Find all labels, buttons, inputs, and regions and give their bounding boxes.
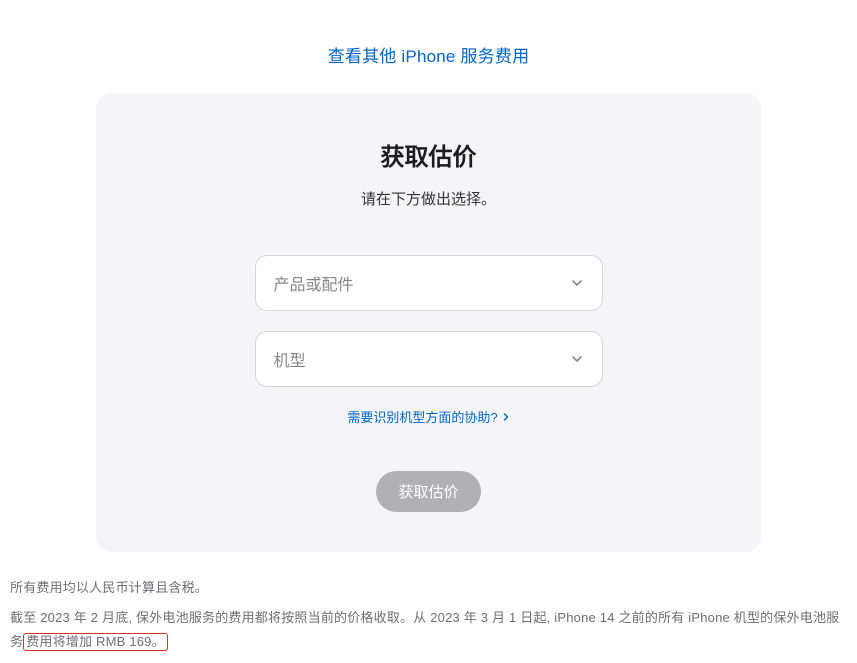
chevron-right-icon xyxy=(502,409,510,424)
chevron-down-icon xyxy=(570,352,584,366)
footnote-currency: 所有费用均以人民币计算且含税。 xyxy=(10,576,847,600)
footnote-highlight: 费用将增加 RMB 169。 xyxy=(23,633,168,651)
product-select-placeholder: 产品或配件 xyxy=(274,271,354,295)
footnotes: 所有费用均以人民币计算且含税。 截至 2023 年 2 月底, 保外电池服务的费… xyxy=(10,552,847,654)
other-iphone-service-fees-link[interactable]: 查看其他 iPhone 服务费用 xyxy=(328,47,530,66)
help-link-label: 需要识别机型方面的协助? xyxy=(347,407,497,426)
top-service-link-wrap: 查看其他 iPhone 服务费用 xyxy=(10,0,847,93)
identify-model-help-wrap: 需要识别机型方面的协助? xyxy=(136,407,721,427)
footnote-price-change: 截至 2023 年 2 月底, 保外电池服务的费用都将按照当前的价格收取。从 2… xyxy=(10,606,847,654)
get-estimate-button[interactable]: 获取估价 xyxy=(376,471,480,512)
estimate-card: 获取估价 请在下方做出选择。 产品或配件 机型 需要识别机型方面的协助? 获取估… xyxy=(96,93,761,552)
model-select-placeholder: 机型 xyxy=(274,347,306,371)
identify-model-help-link[interactable]: 需要识别机型方面的协助? xyxy=(347,407,509,426)
card-title: 获取估价 xyxy=(136,137,721,172)
chevron-down-icon xyxy=(570,276,584,290)
card-subtitle: 请在下方做出选择。 xyxy=(136,188,721,209)
product-or-accessory-select[interactable]: 产品或配件 xyxy=(255,255,603,311)
model-select[interactable]: 机型 xyxy=(255,331,603,387)
